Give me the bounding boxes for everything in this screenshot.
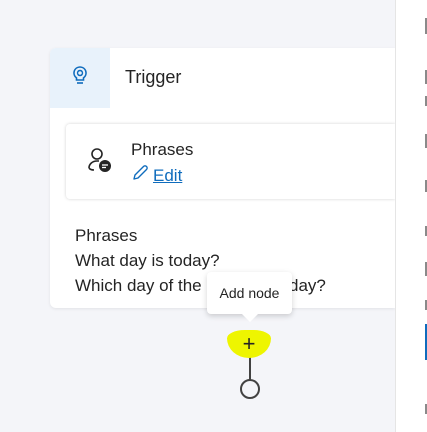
summary-line: Which day of the <box>75 276 202 295</box>
trigger-title: Trigger <box>125 67 182 87</box>
pencil-icon <box>131 164 149 187</box>
summary-line: What day is today? <box>75 251 220 270</box>
phrases-summary: Phrases What day is today? Which day of … <box>75 223 326 298</box>
flow-end-node <box>240 379 260 399</box>
lightbulb-icon <box>71 65 89 92</box>
edit-phrases-link[interactable]: Edit <box>131 164 182 187</box>
person-chat-icon <box>86 146 114 174</box>
tooltip-arrow <box>241 313 259 322</box>
phrases-title: Phrases <box>131 140 194 159</box>
trigger-node[interactable]: Trigger Phrases Edit Phrases What day is… <box>50 48 395 308</box>
plus-icon: + <box>242 331 256 356</box>
right-side-panel <box>395 0 427 432</box>
trigger-node-header: Trigger <box>50 48 395 108</box>
edit-label: Edit <box>153 165 183 185</box>
add-node-button[interactable]: + <box>227 330 271 358</box>
authoring-canvas: Trigger Phrases Edit Phrases What day is… <box>0 0 395 432</box>
phrases-block[interactable]: Phrases Edit <box>66 124 395 199</box>
summary-line-tail: day? <box>289 276 326 295</box>
trigger-icon-box <box>50 48 110 108</box>
summary-heading: Phrases <box>75 226 138 245</box>
add-node-tooltip: Add node <box>207 272 292 314</box>
tooltip-label: Add node <box>219 285 280 301</box>
